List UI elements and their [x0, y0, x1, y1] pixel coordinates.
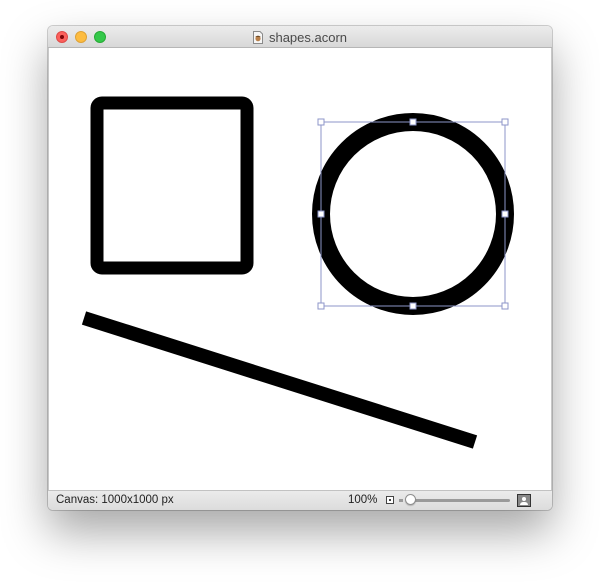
zoom-slider-track[interactable]	[406, 499, 510, 502]
handle-top-middle[interactable]	[409, 118, 417, 126]
handle-top-right[interactable]	[501, 118, 509, 126]
canvas-drawing[interactable]	[49, 48, 552, 490]
document-window: shapes.acorn Canvas: 1000x1000 px 100%	[48, 26, 552, 510]
canvas[interactable]	[48, 48, 552, 490]
handle-middle-right[interactable]	[501, 210, 509, 218]
window-title-area: shapes.acorn	[48, 26, 552, 48]
window-title: shapes.acorn	[268, 29, 348, 45]
zoom-slider-knob[interactable]	[404, 494, 416, 505]
line-shape[interactable]	[81, 311, 478, 449]
circle-shape[interactable]	[312, 113, 514, 315]
rectangle-shape[interactable]	[90, 96, 254, 275]
canvas-size-label: Canvas: 1000x1000 px	[56, 494, 174, 506]
small-image-icon[interactable]	[386, 496, 394, 504]
handle-middle-left[interactable]	[317, 210, 325, 218]
zoom-level[interactable]: 100%	[348, 494, 377, 506]
large-image-icon[interactable]	[517, 494, 531, 507]
slider-min-tick	[399, 499, 403, 502]
handle-bottom-right[interactable]	[501, 302, 509, 310]
acorn-document-icon	[252, 30, 263, 44]
handle-bottom-left[interactable]	[317, 302, 325, 310]
handle-top-left[interactable]	[317, 118, 325, 126]
handle-bottom-middle[interactable]	[409, 302, 417, 310]
titlebar[interactable]: shapes.acorn	[48, 26, 552, 48]
status-bar: Canvas: 1000x1000 px 100%	[48, 490, 552, 510]
